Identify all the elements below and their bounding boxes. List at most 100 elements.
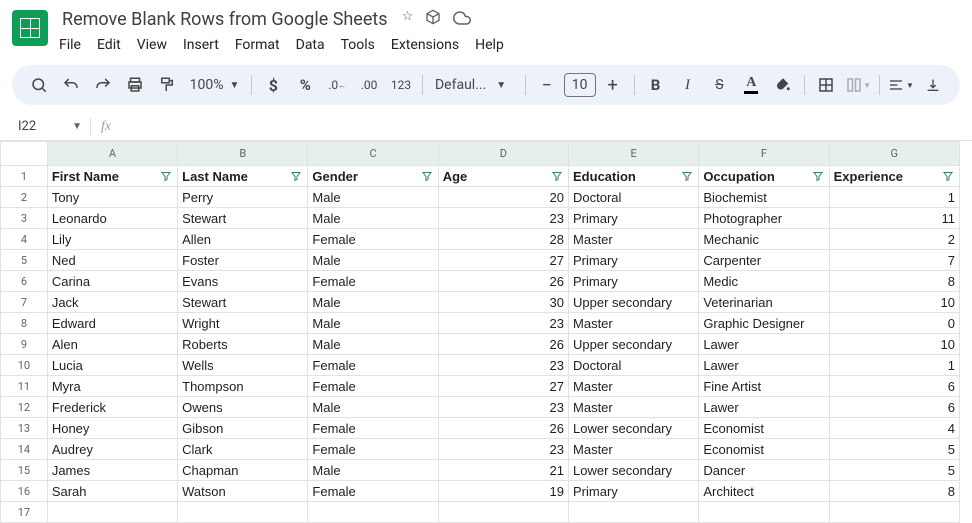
move-icon[interactable] (425, 9, 441, 31)
cell[interactable]: Economist (699, 418, 829, 439)
cell[interactable]: Lawer (699, 397, 829, 418)
table-row[interactable]: 3LeonardoStewartMale23PrimaryPhotographe… (1, 208, 960, 229)
sheets-logo[interactable] (12, 10, 48, 46)
cell[interactable]: Gibson (178, 418, 308, 439)
borders-icon[interactable] (811, 70, 841, 100)
header-cell[interactable]: Age (438, 166, 568, 187)
cell[interactable]: 27 (438, 376, 568, 397)
cell[interactable]: Lawer (699, 355, 829, 376)
text-color-icon[interactable]: A (736, 70, 766, 100)
strikethrough-icon[interactable]: S (704, 70, 734, 100)
cell[interactable]: Male (308, 292, 438, 313)
cell[interactable]: 26 (438, 271, 568, 292)
bold-icon[interactable]: B (641, 70, 671, 100)
col-header-C[interactable]: C (308, 142, 438, 166)
cell[interactable]: 23 (438, 313, 568, 334)
redo-icon[interactable] (88, 70, 118, 100)
cell[interactable]: Graphic Designer (699, 313, 829, 334)
cell[interactable]: 20 (438, 187, 568, 208)
cell[interactable]: Honey (47, 418, 177, 439)
cell[interactable]: Thompson (178, 376, 308, 397)
menu-insert[interactable]: Insert (176, 33, 226, 57)
table-row[interactable]: 4LilyAllenFemale28MasterMechanic2 (1, 229, 960, 250)
cell[interactable]: Economist (699, 439, 829, 460)
merge-cells-icon[interactable]: ▼ (843, 70, 873, 100)
cell[interactable]: Watson (178, 481, 308, 502)
menu-format[interactable]: Format (228, 33, 287, 57)
cell[interactable]: Male (308, 187, 438, 208)
cell[interactable]: 10 (829, 334, 959, 355)
row-header[interactable]: 6 (1, 271, 48, 292)
cell[interactable]: Master (569, 439, 699, 460)
filter-icon[interactable] (159, 169, 173, 183)
decrease-decimal-icon[interactable]: .0← (322, 70, 352, 100)
row-header[interactable]: 12 (1, 397, 48, 418)
cell[interactable]: 8 (829, 271, 959, 292)
menu-file[interactable]: File (52, 33, 88, 57)
cell[interactable]: Biochemist (699, 187, 829, 208)
col-header-D[interactable]: D (438, 142, 568, 166)
cell[interactable]: 26 (438, 334, 568, 355)
cell[interactable]: Ned (47, 250, 177, 271)
cell[interactable]: 19 (438, 481, 568, 502)
cell[interactable]: Jack (47, 292, 177, 313)
col-header-A[interactable]: A (47, 142, 177, 166)
cell[interactable]: 30 (438, 292, 568, 313)
font-size-input[interactable]: 10 (564, 73, 596, 97)
cell[interactable]: Lily (47, 229, 177, 250)
cell[interactable]: 23 (438, 439, 568, 460)
font-family-select[interactable]: Defaul...▼ (429, 77, 519, 93)
cell[interactable]: Stewart (178, 292, 308, 313)
row-header[interactable]: 13 (1, 418, 48, 439)
filter-icon[interactable] (680, 169, 694, 183)
formula-input[interactable] (121, 113, 972, 140)
header-cell[interactable]: Education (569, 166, 699, 187)
undo-icon[interactable] (56, 70, 86, 100)
filter-icon[interactable] (420, 169, 434, 183)
filter-icon[interactable] (550, 169, 564, 183)
table-row[interactable]: 9AlenRobertsMale26Upper secondaryLawer10 (1, 334, 960, 355)
cell[interactable]: Lawer (699, 334, 829, 355)
cell[interactable]: Male (308, 313, 438, 334)
cell[interactable]: Audrey (47, 439, 177, 460)
col-header-B[interactable]: B (178, 142, 308, 166)
cell[interactable]: Master (569, 376, 699, 397)
menu-extensions[interactable]: Extensions (384, 33, 466, 57)
header-cell[interactable]: Last Name (178, 166, 308, 187)
select-all-corner[interactable] (1, 142, 48, 166)
table-row[interactable]: 6CarinaEvansFemale26PrimaryMedic8 (1, 271, 960, 292)
cell[interactable]: Perry (178, 187, 308, 208)
cell[interactable] (438, 502, 568, 523)
menu-help[interactable]: Help (468, 33, 511, 57)
cell[interactable]: Edward (47, 313, 177, 334)
cell[interactable]: Male (308, 250, 438, 271)
cell[interactable]: 1 (829, 187, 959, 208)
cell[interactable] (178, 502, 308, 523)
cell[interactable] (308, 502, 438, 523)
percent-icon[interactable]: % (290, 70, 320, 100)
name-box[interactable]: I22▼ (0, 119, 90, 134)
cell[interactable]: 27 (438, 250, 568, 271)
cell[interactable]: Female (308, 355, 438, 376)
cell[interactable]: Carpenter (699, 250, 829, 271)
cell[interactable]: Veterinarian (699, 292, 829, 313)
menu-data[interactable]: Data (289, 33, 332, 57)
row-header[interactable]: 1 (1, 166, 48, 187)
row-header[interactable]: 5 (1, 250, 48, 271)
star-icon[interactable]: ☆ (402, 9, 414, 31)
cell[interactable]: Architect (699, 481, 829, 502)
more-formats-icon[interactable]: 123 (386, 70, 416, 100)
cell[interactable]: Mechanic (699, 229, 829, 250)
table-row[interactable]: 13HoneyGibsonFemale26Lower secondaryEcon… (1, 418, 960, 439)
cell[interactable]: 11 (829, 208, 959, 229)
table-row[interactable]: 15JamesChapmanMale21Lower secondaryDance… (1, 460, 960, 481)
cell[interactable]: Carina (47, 271, 177, 292)
cell[interactable]: Fine Artist (699, 376, 829, 397)
cell[interactable]: Leonardo (47, 208, 177, 229)
cell[interactable] (829, 502, 959, 523)
cell[interactable]: Lucia (47, 355, 177, 376)
cell[interactable]: 28 (438, 229, 568, 250)
cell[interactable]: Doctoral (569, 355, 699, 376)
row-header[interactable]: 10 (1, 355, 48, 376)
cell[interactable]: Wright (178, 313, 308, 334)
